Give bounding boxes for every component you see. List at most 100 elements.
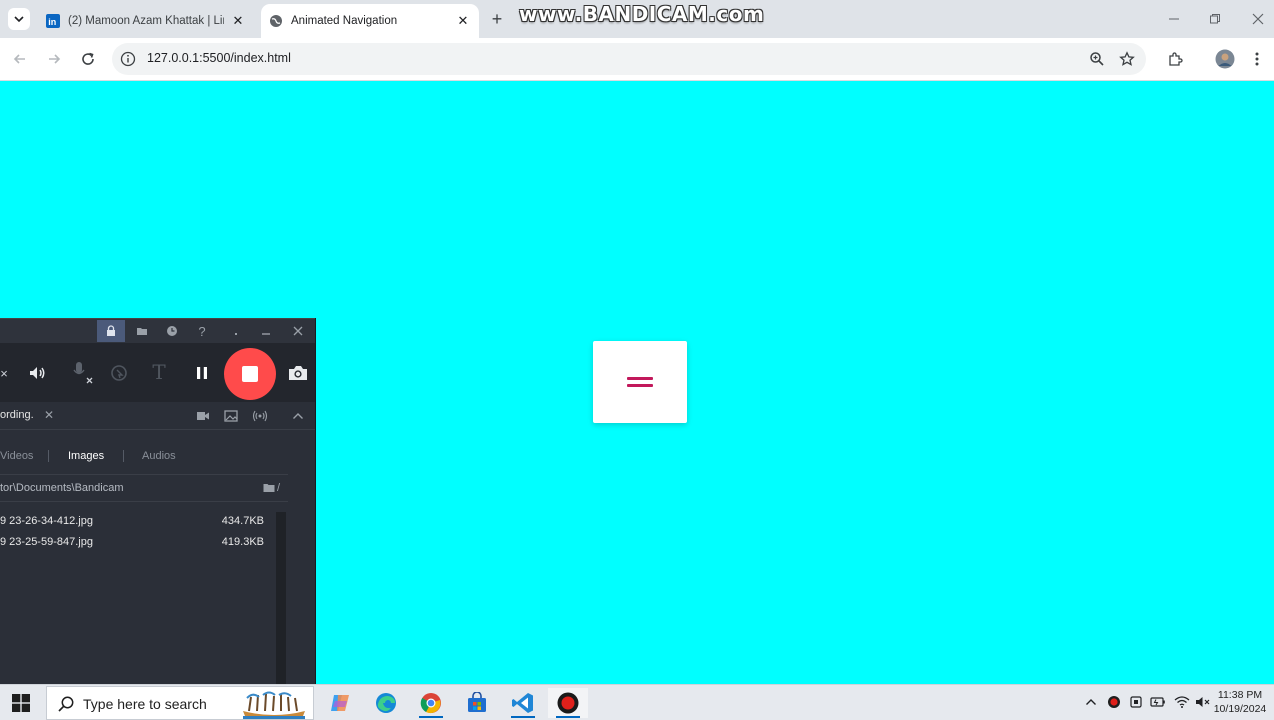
hamburger-icon: [627, 375, 653, 389]
taskbar-chrome[interactable]: [411, 688, 451, 718]
tab-separator: [123, 450, 124, 462]
restore-icon: [1210, 14, 1220, 24]
svg-text:in: in: [48, 17, 56, 27]
windows-logo-icon: [12, 694, 30, 712]
taskbar-edge[interactable]: [366, 688, 406, 718]
bandicam-window: ? × T ording. ✕ Videos Images Audios tor…: [0, 318, 316, 684]
tab-title: Animated Navigation: [291, 15, 398, 27]
clock-time: 11:38 PM: [1217, 689, 1263, 701]
zoom-icon[interactable]: [1089, 51, 1105, 67]
forward-button[interactable]: [43, 48, 65, 70]
taskbar-vscode[interactable]: [503, 688, 543, 718]
chrome-icon: [420, 693, 441, 714]
puzzle-icon: [1169, 52, 1183, 66]
tray-record-icon[interactable]: [1105, 693, 1123, 711]
video-camera-icon[interactable]: [195, 408, 211, 424]
bandicam-title-bar: ?: [0, 318, 315, 343]
arrow-left-icon: [13, 54, 25, 64]
help-icon[interactable]: ?: [194, 323, 210, 339]
close-icon[interactable]: [290, 323, 306, 339]
copilot-icon: [331, 695, 349, 711]
more-vertical-icon: [1255, 52, 1259, 66]
output-path-bar: tor\Documents\Bandicam /: [0, 474, 288, 502]
store-icon: [468, 692, 486, 712]
output-path-text: tor\Documents\Bandicam: [0, 482, 124, 494]
stop-icon: [242, 366, 258, 382]
search-placeholder: Type here to search: [83, 696, 207, 712]
close-status-icon[interactable]: ✕: [42, 408, 56, 422]
chevron-up-icon[interactable]: [290, 408, 306, 424]
timer-icon[interactable]: [164, 323, 180, 339]
address-bar[interactable]: 127.0.0.1:5500/index.html: [112, 43, 1146, 75]
windows-start-button[interactable]: [12, 694, 30, 712]
open-folder-icon[interactable]: [262, 481, 276, 495]
folder-icon[interactable]: [134, 323, 150, 339]
tray-battery-icon[interactable]: [1149, 693, 1167, 711]
clock-date: 10/19/2024: [1213, 703, 1267, 715]
taskbar-store[interactable]: [457, 688, 497, 718]
menu-toggle-button[interactable]: [593, 341, 687, 423]
camera-icon[interactable]: [286, 362, 310, 384]
url-text: 127.0.0.1:5500/index.html: [147, 51, 291, 65]
taskbar-bandicam[interactable]: [548, 688, 588, 718]
image-icon[interactable]: [223, 408, 239, 424]
browser-tab-strip: in (2) Mamoon Azam Khattak | Lin ✕ Anima…: [0, 0, 1274, 38]
stop-recording-button[interactable]: [224, 348, 276, 400]
avatar-icon: [1215, 49, 1235, 69]
minimize-button[interactable]: [1161, 6, 1187, 32]
close-window-button[interactable]: [1245, 6, 1271, 32]
new-tab-button[interactable]: +: [486, 8, 508, 30]
cursor-effect-icon[interactable]: [108, 362, 130, 384]
restore-button[interactable]: [1202, 6, 1228, 32]
taskbar-search-box[interactable]: Type here to search: [46, 686, 314, 720]
text-overlay-icon[interactable]: T: [148, 360, 170, 384]
close-tab-icon[interactable]: ✕: [455, 13, 471, 29]
linkedin-icon: in: [46, 14, 60, 28]
taskbar-copilot[interactable]: [320, 688, 360, 718]
lock-icon[interactable]: [97, 320, 125, 342]
tab-images[interactable]: Images: [68, 450, 104, 462]
close-mode-icon[interactable]: ×: [0, 365, 8, 381]
bookmark-star-icon[interactable]: [1119, 51, 1135, 67]
bandicam-control-bar: × T: [0, 343, 315, 402]
tab-audios[interactable]: Audios: [142, 450, 176, 462]
broadcast-icon[interactable]: [251, 408, 269, 424]
reload-button[interactable]: [77, 48, 99, 70]
chrome-menu-button[interactable]: [1246, 48, 1268, 70]
speaker-icon[interactable]: [26, 362, 48, 384]
bandicam-status-row: ording. ✕: [0, 402, 315, 430]
extensions-button[interactable]: [1164, 48, 1186, 70]
tray-show-hidden-icon[interactable]: [1082, 693, 1100, 711]
minimize-icon: [1169, 18, 1179, 20]
search-icon: [58, 696, 74, 712]
file-list-scrollbar[interactable]: [276, 512, 286, 684]
tab-search-button[interactable]: [8, 8, 30, 30]
bandicam-output-tabs: Videos Images Audios: [0, 446, 290, 470]
tab-separator: [48, 450, 49, 462]
search-highlight-art-icon: [239, 689, 309, 719]
file-size: 419.3KB: [221, 536, 264, 548]
file-list-item[interactable]: 9 23-25-59-847.jpg 419.3KB: [0, 533, 270, 553]
globe-icon: [269, 14, 283, 28]
tab-videos[interactable]: Videos: [0, 450, 33, 462]
close-tab-icon[interactable]: ✕: [230, 13, 246, 29]
minimize-icon[interactable]: [258, 323, 274, 339]
file-size: 434.7KB: [221, 515, 264, 527]
back-button[interactable]: [9, 48, 31, 70]
edge-icon: [376, 693, 396, 713]
profile-avatar[interactable]: [1214, 48, 1236, 70]
minimize-to-tray-icon[interactable]: [228, 323, 244, 339]
pause-icon[interactable]: [191, 362, 213, 384]
site-info-icon[interactable]: [120, 51, 136, 67]
tray-device-icon[interactable]: [1127, 693, 1145, 711]
tab-animated-navigation[interactable]: Animated Navigation ✕: [261, 4, 479, 38]
taskbar-clock[interactable]: 11:38 PM 10/19/2024: [1210, 688, 1270, 716]
tray-wifi-icon[interactable]: [1173, 693, 1191, 711]
tab-linkedin[interactable]: in (2) Mamoon Azam Khattak | Lin ✕: [38, 4, 254, 38]
status-text: ording.: [0, 409, 34, 421]
file-name: 9 23-26-34-412.jpg: [0, 515, 93, 527]
file-list-item[interactable]: 9 23-26-34-412.jpg 434.7KB: [0, 512, 270, 532]
vscode-icon: [512, 693, 533, 713]
windows-taskbar: Type here to search 11:38 PM 10/19/2024: [0, 684, 1274, 720]
microphone-icon[interactable]: [66, 360, 96, 386]
